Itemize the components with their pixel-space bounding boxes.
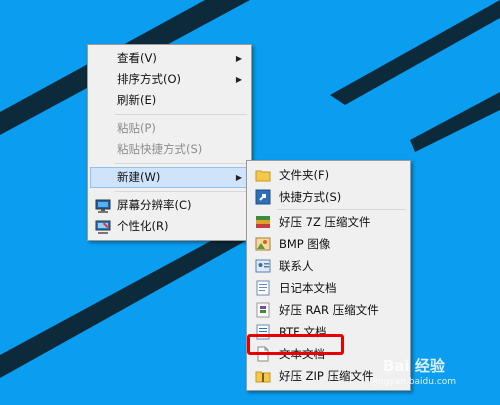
menu-item-label: 粘贴(P) bbox=[117, 121, 156, 135]
submenu-item-label: 日记本文档 bbox=[279, 281, 337, 295]
menu-item-label: 查看(V) bbox=[117, 51, 157, 65]
annotation-highlight-box bbox=[247, 334, 344, 355]
submenu-item-label: 文件夹(F) bbox=[279, 168, 330, 182]
baidu-watermark: Bai 经验 jingyan.baidu.com bbox=[373, 355, 456, 387]
submenu-item-label: 好压 ZIP 压缩文件 bbox=[279, 369, 374, 383]
watermark-url: jingyan.baidu.com bbox=[373, 377, 457, 387]
submenu-arrow-icon: ▶ bbox=[235, 75, 242, 84]
menu-item-label: 新建(W) bbox=[117, 170, 161, 184]
menu-separator bbox=[115, 114, 247, 115]
menu-item-view[interactable]: 查看(V) ▶ bbox=[88, 48, 251, 69]
menu-separator bbox=[115, 163, 247, 164]
menu-item-label: 刷新(E) bbox=[117, 93, 157, 107]
menu-item-refresh[interactable]: 刷新(E) bbox=[88, 90, 251, 111]
menu-separator bbox=[115, 191, 247, 192]
folder-icon bbox=[255, 167, 271, 183]
submenu-item-label: BMP 图像 bbox=[279, 237, 331, 251]
menu-item-label: 个性化(R) bbox=[117, 219, 169, 233]
bitmap-icon bbox=[255, 236, 271, 252]
menu-item-sort-by[interactable]: 排序方式(O) ▶ bbox=[88, 69, 251, 90]
menu-item-new[interactable]: 新建(W) ▶ bbox=[90, 167, 249, 188]
submenu-item-label: 好压 RAR 压缩文件 bbox=[279, 303, 379, 317]
submenu-item-journal[interactable]: 日记本文档 bbox=[247, 277, 410, 299]
submenu-arrow-icon: ▶ bbox=[235, 173, 242, 182]
submenu-item-shortcut[interactable]: 快捷方式(S) bbox=[247, 186, 410, 208]
monitor-icon bbox=[95, 198, 111, 214]
submenu-item-label: 好压 7Z 压缩文件 bbox=[279, 215, 371, 229]
submenu-item-rar-archive[interactable]: 好压 RAR 压缩文件 bbox=[247, 299, 410, 321]
menu-item-paste-shortcut[interactable]: 粘贴快捷方式(S) bbox=[88, 139, 251, 160]
menu-item-screen-resolution[interactable]: 屏幕分辨率(C) bbox=[88, 195, 251, 216]
submenu-item-folder[interactable]: 文件夹(F) bbox=[247, 164, 410, 186]
watermark-brand: Bai 经验 bbox=[383, 357, 445, 375]
personalize-icon bbox=[95, 219, 111, 235]
submenu-item-contact[interactable]: 联系人 bbox=[247, 255, 410, 277]
archive-zip-icon bbox=[255, 368, 271, 384]
shortcut-icon bbox=[255, 189, 271, 205]
archive-7z-icon bbox=[255, 214, 271, 230]
submenu-item-label: 联系人 bbox=[279, 259, 314, 273]
menu-item-label: 粘贴快捷方式(S) bbox=[117, 142, 203, 156]
contact-icon bbox=[255, 258, 271, 274]
desktop-context-menu: 查看(V) ▶ 排序方式(O) ▶ 刷新(E) 粘贴(P) 粘贴快捷方式(S) … bbox=[87, 44, 252, 241]
menu-item-label: 屏幕分辨率(C) bbox=[117, 198, 192, 212]
menu-item-paste[interactable]: 粘贴(P) bbox=[88, 118, 251, 139]
archive-rar-icon bbox=[255, 302, 271, 318]
submenu-item-7z-archive[interactable]: 好压 7Z 压缩文件 bbox=[247, 211, 410, 233]
submenu-item-bmp-image[interactable]: BMP 图像 bbox=[247, 233, 410, 255]
menu-item-label: 排序方式(O) bbox=[117, 72, 182, 86]
menu-item-personalize[interactable]: 个性化(R) bbox=[88, 216, 251, 237]
journal-icon bbox=[255, 280, 271, 296]
submenu-item-label: 快捷方式(S) bbox=[279, 190, 342, 204]
menu-separator bbox=[277, 209, 406, 210]
submenu-arrow-icon: ▶ bbox=[235, 54, 242, 63]
